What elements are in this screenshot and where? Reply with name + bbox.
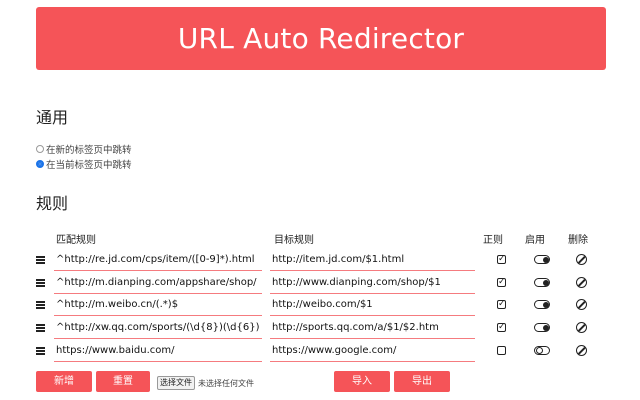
import-button[interactable]: 导入	[334, 371, 390, 392]
rule-from-input[interactable]: https://www.baidu.com/	[54, 341, 262, 362]
reset-button[interactable]: 重置	[96, 371, 150, 392]
header-banner: URL Auto Redirector	[36, 7, 606, 70]
rule-from-input[interactable]: ^http://xw.qq.com/sports/(\d{8})(\d{6})	[54, 318, 262, 339]
enable-toggle[interactable]	[534, 300, 550, 309]
rule-to-input[interactable]: http://weibo.com/$1	[270, 295, 475, 316]
regex-checkbox[interactable]: ✓	[497, 300, 506, 309]
rule-row: ^http://m.weibo.cn/(.*)$ http://weibo.co…	[36, 295, 606, 317]
rule-from-input[interactable]: ^http://re.jd.com/cps/item/([0-9]*).html	[54, 250, 262, 271]
rule-row: ^http://re.jd.com/cps/item/([0-9]*).html…	[36, 250, 606, 272]
radio-current-tab-indicator[interactable]	[36, 160, 44, 168]
choose-file-button[interactable]: 选择文件	[157, 376, 195, 390]
column-header-delete: 删除	[568, 235, 588, 246]
rule-to-input[interactable]: http://sports.qq.com/a/$1/$2.htm	[270, 318, 475, 339]
radio-open-current-tab[interactable]: 在当前标签页中跳转	[36, 157, 132, 171]
column-header-to: 目标规则	[274, 235, 314, 246]
rules-section-title: 规则	[36, 194, 69, 213]
file-picker: 选择文件 未选择任何文件	[157, 376, 254, 390]
rule-from-input[interactable]: ^http://m.dianping.com/appshare/shop/	[54, 273, 262, 294]
export-button[interactable]: 导出	[394, 371, 450, 392]
enable-toggle[interactable]	[534, 278, 550, 287]
rule-to-input[interactable]: http://item.jd.com/$1.html	[270, 250, 475, 271]
rule-to-input[interactable]: http://www.dianping.com/shop/$1	[270, 273, 475, 294]
drag-handle-icon[interactable]	[36, 347, 45, 355]
regex-checkbox[interactable]: ✓	[497, 323, 506, 332]
radio-open-new-tab[interactable]: 在新的标签页中跳转	[36, 142, 132, 156]
delete-icon[interactable]	[576, 345, 587, 356]
regex-checkbox[interactable]	[497, 346, 506, 355]
rule-row: ^http://m.dianping.com/appshare/shop/ ht…	[36, 273, 606, 295]
column-header-enabled: 启用	[525, 235, 545, 246]
app-title: URL Auto Redirector	[177, 22, 465, 55]
drag-handle-icon[interactable]	[36, 279, 45, 287]
add-rule-button[interactable]: 新增	[36, 371, 92, 392]
rule-row: ^http://xw.qq.com/sports/(\d{8})(\d{6}) …	[36, 318, 606, 340]
column-header-regex: 正则	[483, 235, 503, 246]
enable-toggle[interactable]	[534, 323, 550, 332]
delete-icon[interactable]	[576, 254, 587, 265]
delete-icon[interactable]	[576, 322, 587, 333]
radio-new-tab-label: 在新的标签页中跳转	[46, 145, 132, 156]
column-header-from: 匹配规则	[56, 235, 96, 246]
regex-checkbox[interactable]: ✓	[497, 278, 506, 287]
enable-toggle[interactable]	[534, 255, 550, 264]
rule-to-input[interactable]: https://www.google.com/	[270, 341, 475, 362]
drag-handle-icon[interactable]	[36, 324, 45, 332]
drag-handle-icon[interactable]	[36, 301, 45, 309]
regex-checkbox[interactable]: ✓	[497, 255, 506, 264]
general-section-title: 通用	[36, 108, 69, 127]
drag-handle-icon[interactable]	[36, 256, 45, 264]
enable-toggle[interactable]	[534, 346, 550, 355]
file-status-text: 未选择任何文件	[198, 378, 254, 388]
radio-current-tab-label: 在当前标签页中跳转	[46, 160, 132, 171]
delete-icon[interactable]	[576, 299, 587, 310]
rule-from-input[interactable]: ^http://m.weibo.cn/(.*)$	[54, 295, 262, 316]
rule-row: https://www.baidu.com/ https://www.googl…	[36, 341, 606, 363]
delete-icon[interactable]	[576, 277, 587, 288]
radio-new-tab-indicator[interactable]	[36, 145, 44, 153]
